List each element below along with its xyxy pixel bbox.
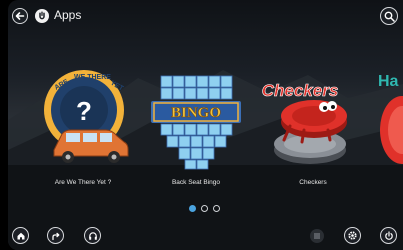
gear-icon [348,231,357,240]
checkers-icon: Checkers [261,81,347,164]
headphones-icon [88,231,97,240]
page-title: Apps [54,8,82,22]
home-button[interactable] [12,227,29,244]
audio-button[interactable] [84,227,101,244]
app-tile-back-seat-bingo[interactable]: BINGO Back Seat Bingo [141,60,251,190]
checkers-title: Checkers [262,81,339,100]
partial-app-icon: Ha [378,73,403,164]
partial-app-title: Ha [378,73,399,90]
navigation-button[interactable] [47,227,64,244]
svg-text:?: ? [76,96,92,126]
bingo-title: BINGO [171,105,221,121]
app-launcher: Apps ? ARE WE THERE YET Are We There Yet… [8,0,403,250]
app-tile-partial[interactable]: Ha [370,60,403,190]
are-we-there-yet-icon: ? ARE WE THERE YET [44,70,129,163]
page-dot-1[interactable] [189,205,196,212]
search-icon [384,11,395,22]
settings-button[interactable] [344,227,361,244]
navigation-icon [51,232,59,240]
back-button[interactable] [12,8,28,24]
power-icon [384,230,393,240]
page-indicator [189,203,239,215]
app-label: Are We There Yet ? [54,179,112,186]
back-arrow-icon [15,12,25,20]
top-bar: Apps [8,0,403,32]
page-dot-2[interactable] [201,205,208,212]
power-button[interactable] [380,227,397,244]
power-u-icon [35,9,49,23]
bingo-icon: BINGO [151,75,241,170]
menu-icon [314,233,320,239]
search-button[interactable] [380,7,398,25]
screen: Apps ? ARE WE THERE YET Are We There Yet… [0,0,403,250]
app-label: Checkers [299,179,327,186]
menu-button[interactable] [310,229,324,243]
app-tile-checkers[interactable]: Checkers Checkers [258,60,368,190]
home-icon [17,232,24,239]
page-dot-3[interactable] [213,205,220,212]
app-label: Back Seat Bingo [171,179,221,186]
app-tile-are-we-there-yet[interactable]: ? ARE WE THERE YET Are We There Yet ? [28,60,138,190]
svg-text:WE THERE: WE THERE [74,74,111,81]
bottom-bar [8,220,403,250]
